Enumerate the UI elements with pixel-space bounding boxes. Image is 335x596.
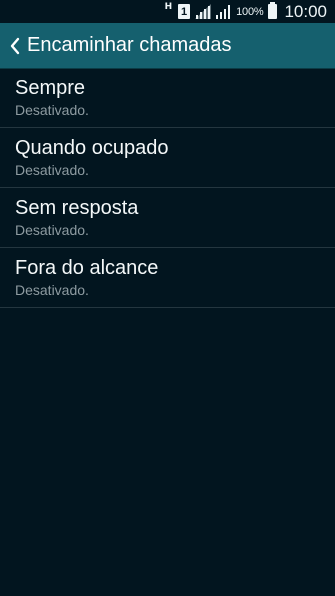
action-bar: Encaminhar chamadas [0, 23, 335, 68]
list-item-title: Sempre [15, 77, 86, 99]
sim-card-icon: 1 [178, 4, 191, 19]
clock: 10:00 [284, 1, 327, 21]
signal-strength-icon [195, 4, 212, 19]
chevron-left-icon [9, 37, 21, 55]
list-item-title: Quando ocupado [15, 137, 169, 159]
list-item-summary: Desativado. [15, 282, 89, 298]
list-item-summary: Desativado. [15, 102, 89, 118]
list-item-title: Sem resposta [15, 197, 139, 219]
list-item-quando-ocupado[interactable]: Quando ocupado Desativado. [0, 128, 335, 188]
call-forwarding-list: Sempre Desativado. Quando ocupado Desati… [0, 68, 335, 308]
page-title: Encaminhar chamadas [27, 34, 232, 56]
status-bar: H 1 100% 10:00 [0, 0, 335, 23]
back-button[interactable] [0, 23, 27, 68]
list-item-title: Fora do alcance [15, 257, 159, 279]
list-item-fora-do-alcance[interactable]: Fora do alcance Desativado. [0, 248, 335, 308]
battery-icon [268, 2, 278, 19]
list-item-summary: Desativado. [15, 222, 89, 238]
network-type-icon: H [164, 2, 173, 12]
list-item-summary: Desativado. [15, 162, 89, 178]
list-item-sempre[interactable]: Sempre Desativado. [0, 68, 335, 128]
list-item-sem-resposta[interactable]: Sem resposta Desativado. [0, 188, 335, 248]
battery-percent: 100% [236, 5, 264, 18]
signal-strength-icon [216, 4, 231, 19]
